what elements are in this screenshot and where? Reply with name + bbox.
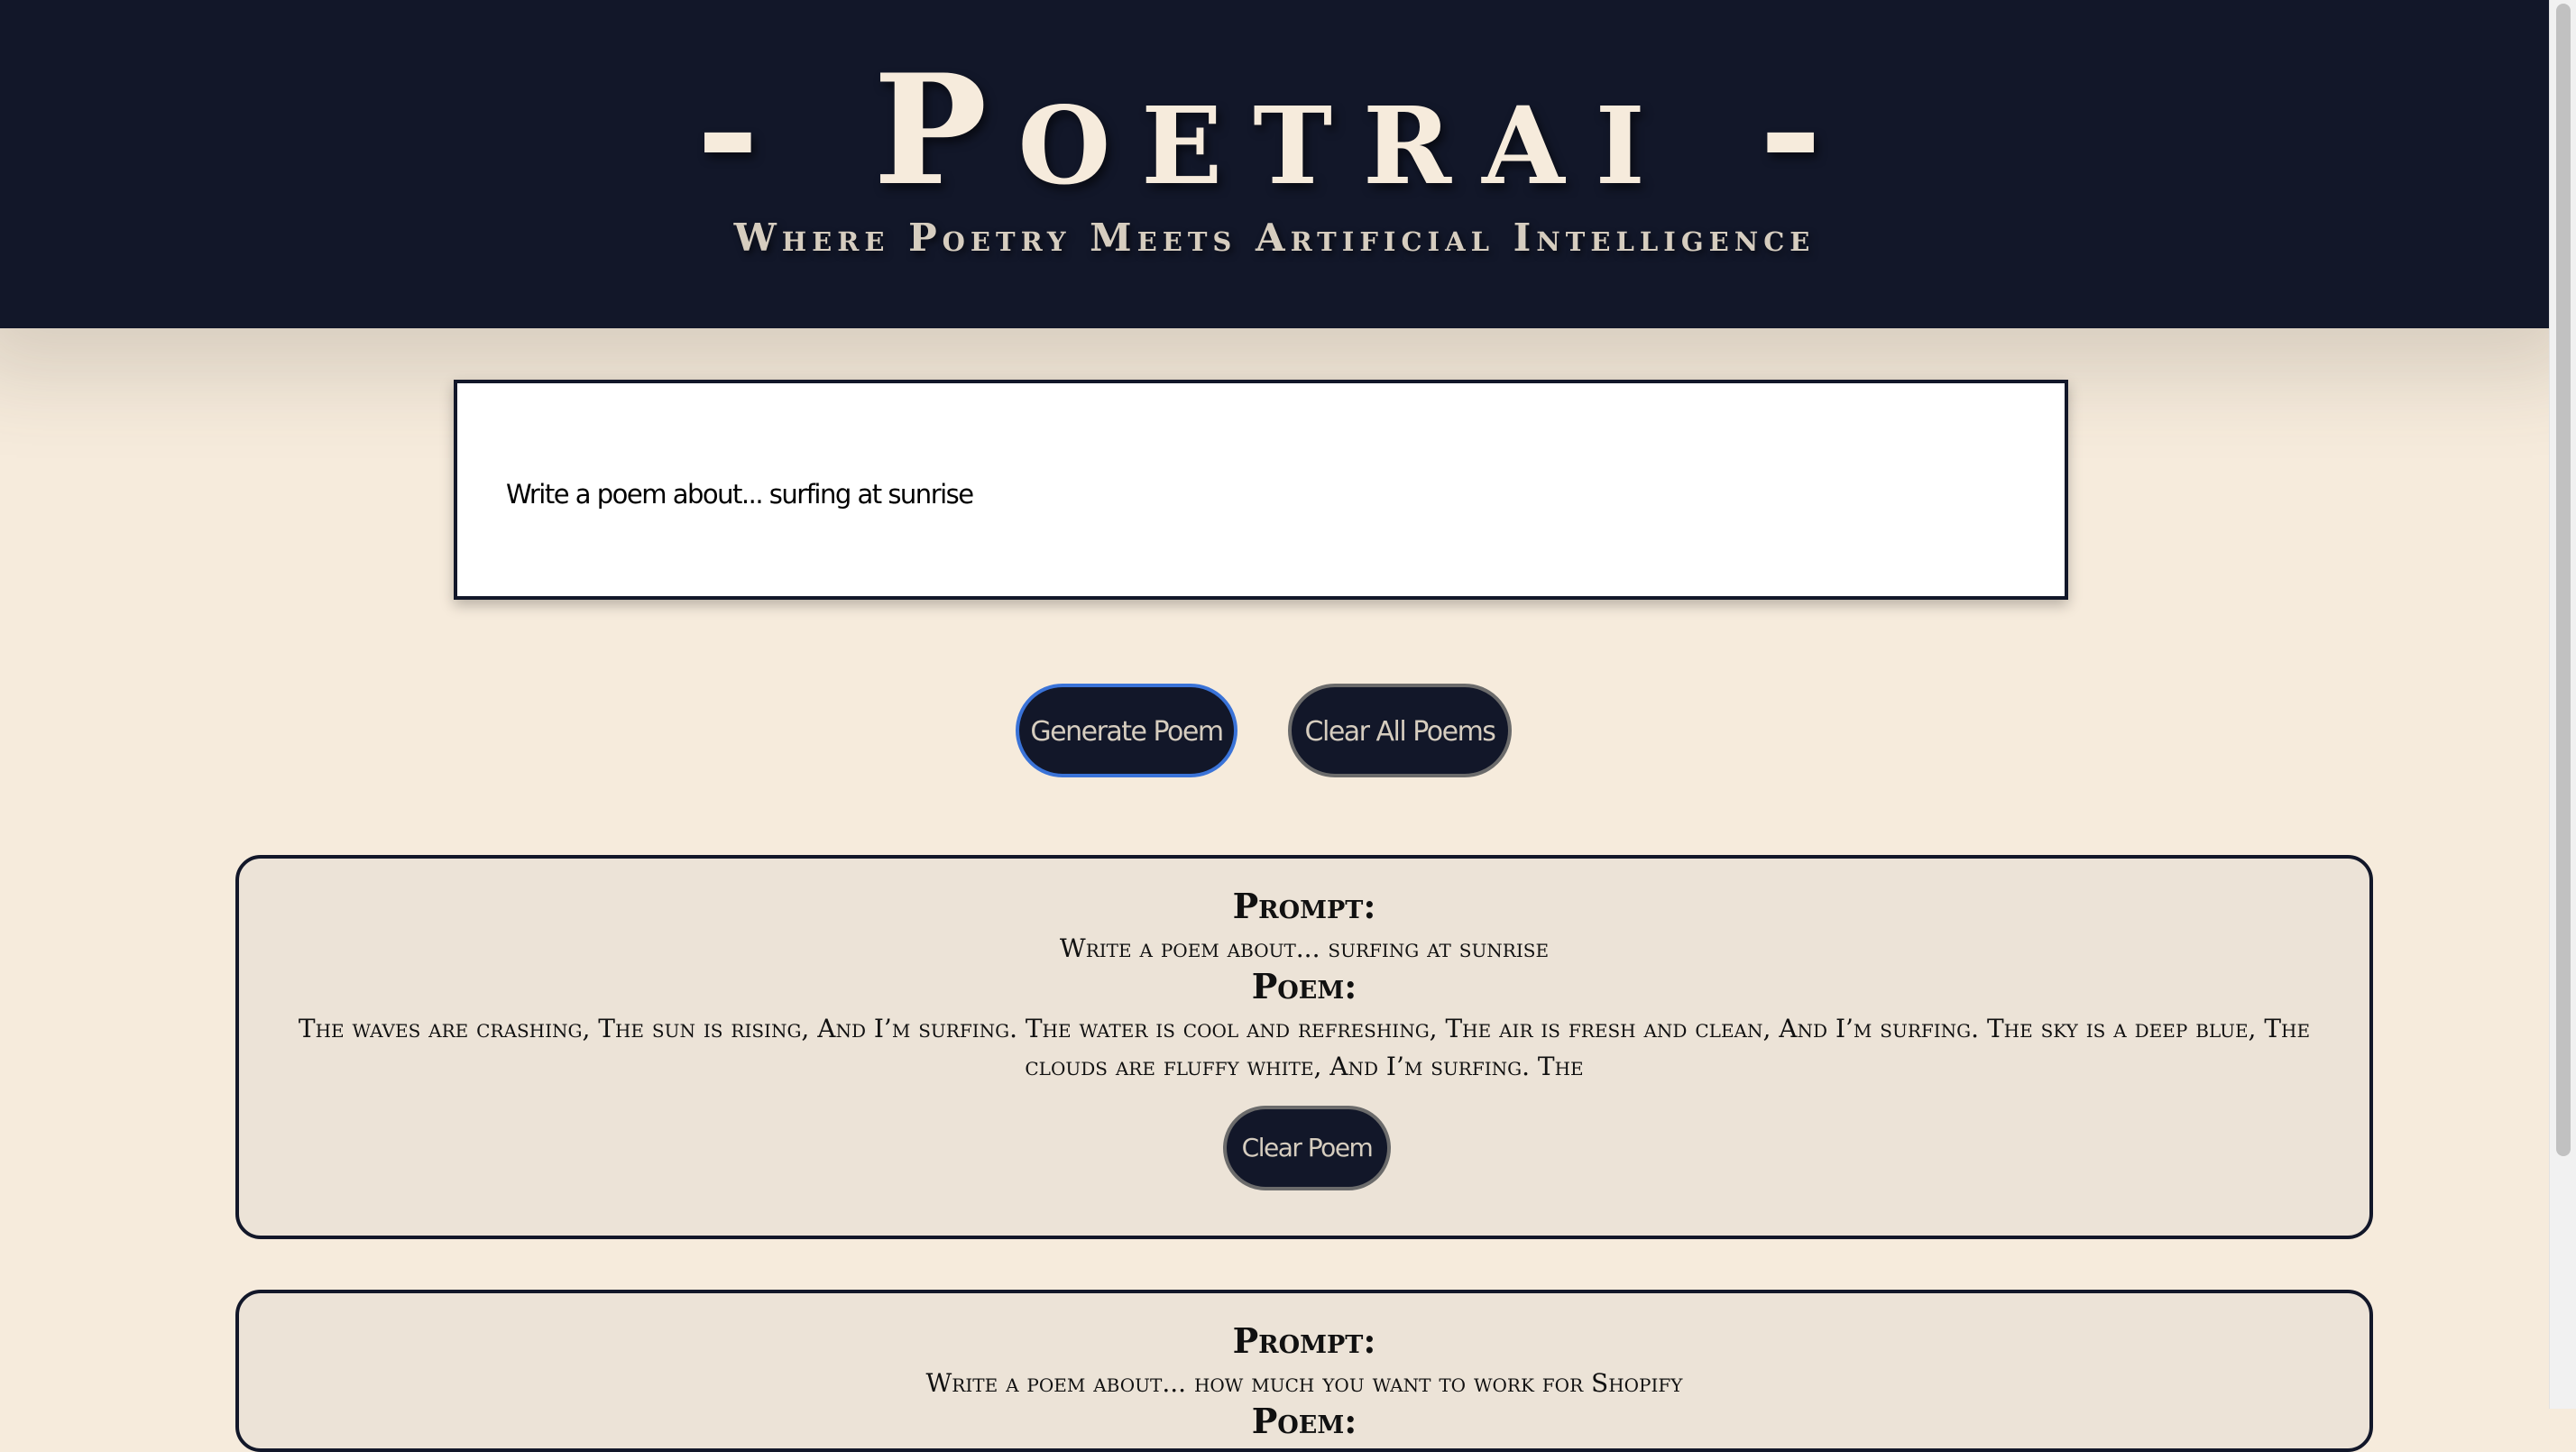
scrollbar-thumb[interactable]	[2556, 4, 2571, 1156]
page-scrollbar[interactable]	[2549, 0, 2576, 1409]
poem-label: Poem:	[1251, 1401, 1357, 1441]
app-subtitle: Where Poetry Meets Artificial Intelligen…	[733, 216, 1816, 260]
poem-card: Prompt: Write a poem about... surfing at…	[235, 855, 2373, 1239]
poem-card: Prompt: Write a poem about... how much y…	[235, 1290, 2373, 1452]
prompt-label: Prompt:	[1232, 1320, 1376, 1361]
prompt-text: Write a poem about... surfing at sunrise	[1059, 933, 1550, 963]
prompt-input[interactable]	[506, 472, 2003, 517]
clear-all-poems-button[interactable]: Clear All Poems	[1288, 684, 1512, 777]
prompt-label: Prompt:	[1232, 886, 1376, 926]
poem-text: The waves are crashing, The sun is risin…	[298, 1014, 2311, 1081]
prompt-text: Write a poem about... how much you want …	[925, 1368, 1683, 1398]
clear-poem-button[interactable]: Clear Poem	[1223, 1106, 1391, 1190]
poem-label: Poem:	[1251, 966, 1357, 1006]
app-title: - Poetrai -	[695, 41, 1854, 219]
prompt-box[interactable]	[454, 380, 2068, 600]
generate-poem-button[interactable]: Generate Poem	[1016, 684, 1237, 777]
page-header: - Poetrai - Where Poetry Meets Artificia…	[0, 0, 2549, 328]
